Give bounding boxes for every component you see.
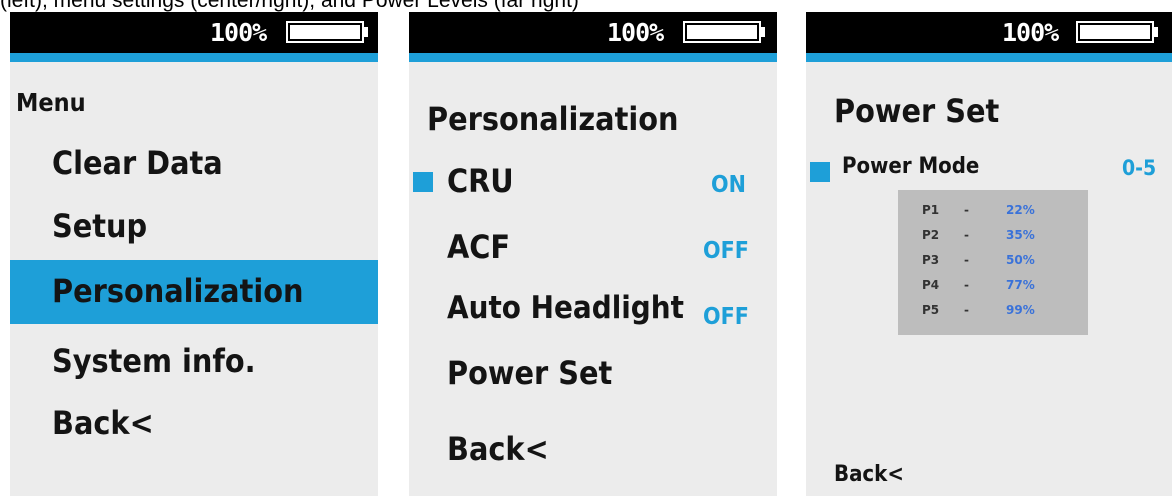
power-mode-value[interactable]: 0-5 — [1122, 156, 1156, 180]
selected-marker — [413, 172, 433, 192]
table-row: P1 - 22% — [922, 203, 1035, 217]
battery-percent: 100% — [607, 18, 664, 47]
status-bar: 100% — [409, 12, 777, 53]
battery-icon — [286, 21, 364, 43]
battery-percent: 100% — [1002, 18, 1059, 47]
table-row: P5 - 99% — [922, 303, 1035, 317]
table-row: P3 - 50% — [922, 253, 1035, 267]
setting-auto-headlight-value[interactable]: OFF — [703, 304, 749, 330]
status-bar: 100% — [10, 12, 378, 53]
power-level-table: P1 - 22% P2 - 35% P3 - 50% P4 - 77% P5 -… — [898, 190, 1088, 335]
caption-text: (left), menu settings (center/right), an… — [0, 0, 579, 12]
setting-power-set-label[interactable]: Power Set — [447, 354, 612, 392]
accent-bar — [409, 53, 777, 62]
status-bar: 100% — [806, 12, 1172, 53]
setting-acf-label[interactable]: ACF — [447, 228, 510, 266]
back-button[interactable]: Back< — [834, 462, 904, 487]
menu-title: Menu — [16, 88, 86, 117]
battery-icon — [683, 21, 761, 43]
menu-item-system-info[interactable]: System info. — [52, 342, 256, 380]
menu-screen: 100% Menu Clear Data Setup Personalizati… — [10, 12, 378, 496]
power-set-screen: 100% Power Set Power Mode 0-5 P1 - 22% P… — [806, 12, 1172, 496]
table-row: P4 - 77% — [922, 278, 1035, 292]
screen-title: Power Set — [834, 92, 1000, 130]
personalization-screen: 100% Personalization CRU ON ACF OFF Auto… — [409, 12, 777, 496]
back-button[interactable]: Back< — [447, 430, 549, 468]
power-mode-label[interactable]: Power Mode — [842, 154, 979, 179]
menu-item-clear-data[interactable]: Clear Data — [52, 144, 223, 182]
menu-item-back[interactable]: Back< — [52, 404, 154, 442]
accent-bar — [10, 53, 378, 62]
selected-marker — [810, 162, 830, 182]
menu-item-setup[interactable]: Setup — [52, 207, 147, 245]
setting-cru-value[interactable]: ON — [711, 172, 746, 198]
table-row: P2 - 35% — [922, 228, 1035, 242]
screen-title: Personalization — [427, 100, 679, 138]
setting-auto-headlight-label[interactable]: Auto Headlight — [447, 290, 684, 326]
menu-item-personalization[interactable]: Personalization — [52, 272, 303, 310]
setting-acf-value[interactable]: OFF — [703, 238, 749, 264]
setting-cru-label[interactable]: CRU — [447, 162, 514, 200]
battery-icon — [1076, 21, 1154, 43]
accent-bar — [806, 53, 1172, 62]
battery-percent: 100% — [210, 18, 267, 47]
